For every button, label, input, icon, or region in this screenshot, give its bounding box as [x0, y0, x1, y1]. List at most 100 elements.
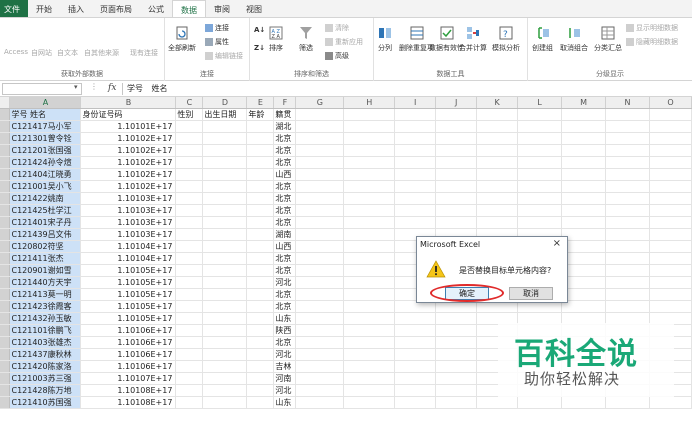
- cell-empty[interactable]: [295, 168, 345, 181]
- cell-empty[interactable]: [649, 132, 692, 145]
- cell-empty[interactable]: [343, 204, 396, 217]
- cell-empty[interactable]: [561, 132, 606, 145]
- from-text-button[interactable]: 自文本: [57, 48, 78, 58]
- cell-empty[interactable]: [605, 288, 650, 301]
- from-web-button[interactable]: 自网站: [31, 48, 52, 58]
- cell-empty[interactable]: [517, 108, 563, 121]
- cell-id-number[interactable]: 1.10103E+17: [80, 204, 177, 217]
- cell-empty[interactable]: [561, 396, 606, 409]
- cell-gender[interactable]: [175, 204, 204, 217]
- cell-empty[interactable]: [561, 300, 606, 313]
- tab-formulas[interactable]: 公式: [140, 0, 172, 17]
- cell-empty[interactable]: [435, 372, 478, 385]
- cell-empty[interactable]: [343, 240, 396, 253]
- cell-birthdate[interactable]: [202, 396, 248, 409]
- cell-empty[interactable]: [394, 156, 437, 169]
- cell-empty[interactable]: [605, 132, 650, 145]
- cell-birthdate[interactable]: [202, 288, 248, 301]
- text-to-columns-button[interactable]: 分列: [378, 26, 392, 53]
- cell-hometown[interactable]: 北京: [273, 132, 297, 145]
- column-header-b[interactable]: B: [80, 97, 177, 109]
- cell-age[interactable]: [246, 192, 275, 205]
- cell-empty[interactable]: [605, 156, 650, 169]
- cell-id-number[interactable]: 1.10107E+17: [80, 372, 177, 385]
- cell-age[interactable]: [246, 180, 275, 193]
- cell-id-number[interactable]: 1.10102E+17: [80, 144, 177, 157]
- cell-empty[interactable]: [435, 396, 478, 409]
- cell-empty[interactable]: [561, 120, 606, 133]
- cell-age[interactable]: [246, 240, 275, 253]
- column-header-e[interactable]: E: [246, 97, 275, 109]
- cell-hometown[interactable]: 湖北: [273, 120, 297, 133]
- cell-gender[interactable]: [175, 156, 204, 169]
- cell-empty[interactable]: [343, 120, 396, 133]
- column-header-a[interactable]: A: [9, 97, 82, 109]
- cell-empty[interactable]: [476, 168, 519, 181]
- cell-empty[interactable]: [343, 276, 396, 289]
- column-header-g[interactable]: G: [295, 97, 345, 109]
- cell-gender[interactable]: [175, 396, 204, 409]
- column-header-o[interactable]: O: [649, 97, 692, 109]
- cell-empty[interactable]: [435, 168, 478, 181]
- cell-empty[interactable]: [295, 204, 345, 217]
- cell-student[interactable]: C121301曾令铨: [9, 132, 82, 145]
- cell-empty[interactable]: [295, 312, 345, 325]
- row-header[interactable]: [0, 348, 11, 361]
- cell-empty[interactable]: [343, 180, 396, 193]
- cell-empty[interactable]: [517, 192, 563, 205]
- cell-empty[interactable]: [561, 276, 606, 289]
- cell-hometown[interactable]: 河北: [273, 384, 297, 397]
- cell-student[interactable]: C121404江晓勇: [9, 168, 82, 181]
- cell-empty[interactable]: [435, 108, 478, 121]
- cell-empty[interactable]: [343, 144, 396, 157]
- cell-empty[interactable]: [394, 132, 437, 145]
- cell-empty[interactable]: [435, 120, 478, 133]
- cell-empty[interactable]: [649, 204, 692, 217]
- cell-age[interactable]: [246, 360, 275, 373]
- cell-empty[interactable]: [649, 276, 692, 289]
- cell-empty[interactable]: [517, 132, 563, 145]
- cell-empty[interactable]: [343, 252, 396, 265]
- cell-empty[interactable]: [435, 360, 478, 373]
- row-header[interactable]: [0, 132, 11, 145]
- cell-age[interactable]: [246, 300, 275, 313]
- cell-student[interactable]: C120802符坚: [9, 240, 82, 253]
- cell-birthdate[interactable]: [202, 276, 248, 289]
- cell-age[interactable]: [246, 276, 275, 289]
- cell-birthdate[interactable]: [202, 360, 248, 373]
- cell-empty[interactable]: [561, 288, 606, 301]
- show-detail-button[interactable]: 显示明细数据: [626, 23, 678, 33]
- cell-birthdate[interactable]: [202, 336, 248, 349]
- cell-birthdate[interactable]: [202, 324, 248, 337]
- tab-file[interactable]: 文件: [0, 0, 28, 17]
- cell-hometown[interactable]: 北京: [273, 336, 297, 349]
- cell-gender[interactable]: [175, 120, 204, 133]
- tab-home[interactable]: 开始: [28, 0, 60, 17]
- cell-gender[interactable]: [175, 384, 204, 397]
- cell-empty[interactable]: [435, 204, 478, 217]
- cell-empty[interactable]: [343, 168, 396, 181]
- cell-empty[interactable]: [295, 348, 345, 361]
- cell-hometown[interactable]: 北京: [273, 192, 297, 205]
- cell-birthdate[interactable]: [202, 372, 248, 385]
- cell-hometown[interactable]: 北京: [273, 156, 297, 169]
- cell-empty[interactable]: [295, 228, 345, 241]
- cell-empty[interactable]: [605, 264, 650, 277]
- cell-hometown[interactable]: 河南: [273, 372, 297, 385]
- row-header[interactable]: [0, 372, 11, 385]
- cell-student[interactable]: C121003苏三强: [9, 372, 82, 385]
- cell-empty[interactable]: [295, 120, 345, 133]
- cell-gender[interactable]: [175, 288, 204, 301]
- what-if-analysis-button[interactable]: ? 模拟分析: [492, 26, 520, 53]
- cell-empty[interactable]: [561, 252, 606, 265]
- row-header[interactable]: [0, 216, 11, 229]
- cell-empty[interactable]: [435, 336, 478, 349]
- row-header[interactable]: [0, 264, 11, 277]
- cell-hometown[interactable]: 北京: [273, 300, 297, 313]
- cell-empty[interactable]: [649, 396, 692, 409]
- cell-id-number[interactable]: 1.10108E+17: [80, 384, 177, 397]
- tab-page-layout[interactable]: 页面布局: [92, 0, 140, 17]
- tab-insert[interactable]: 插入: [60, 0, 92, 17]
- cell-empty[interactable]: [343, 348, 396, 361]
- cell-empty[interactable]: [649, 180, 692, 193]
